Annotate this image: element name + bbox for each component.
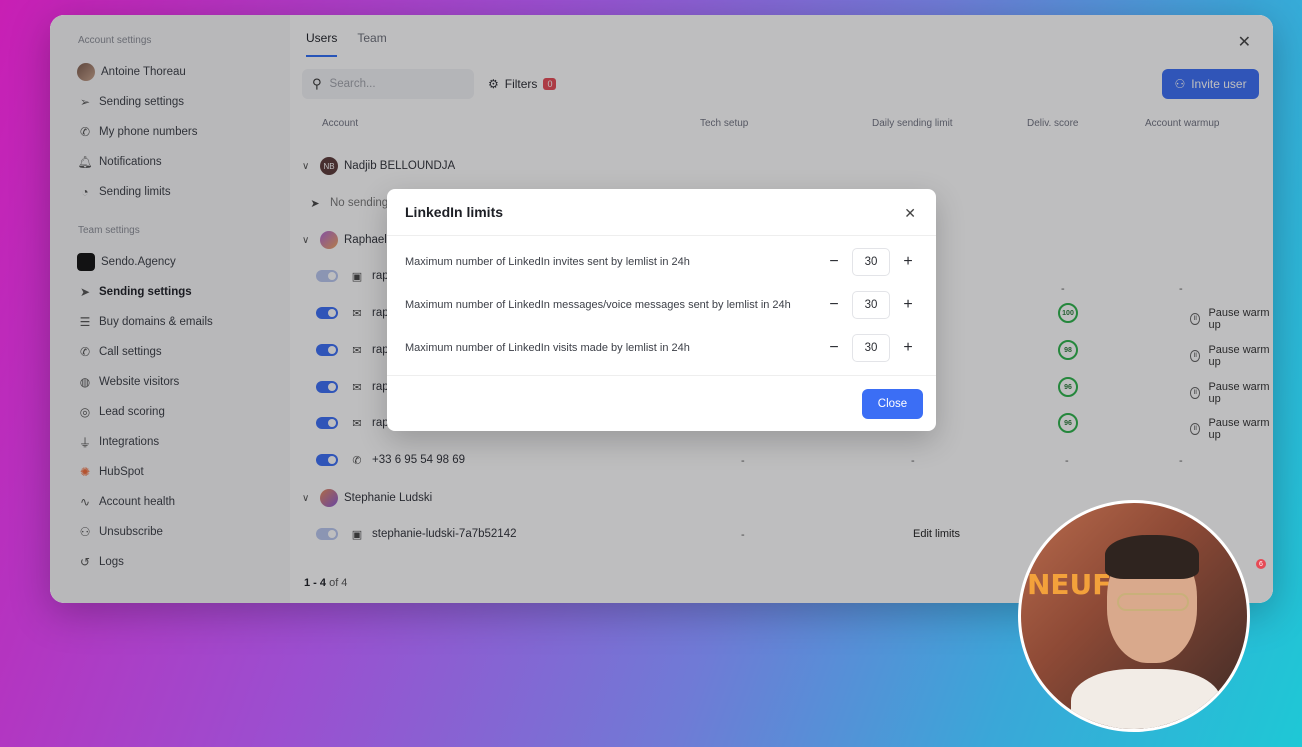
decrement-button[interactable]: −	[820, 334, 848, 362]
limit-value-input[interactable]: 30	[852, 248, 890, 276]
limit-value-input[interactable]: 30	[852, 334, 890, 362]
increment-button[interactable]: +	[894, 248, 922, 276]
webcam-sign-text: NEUF	[1027, 568, 1112, 601]
increment-button[interactable]: +	[894, 334, 922, 362]
limit-label: Maximum number of LinkedIn messages/voic…	[405, 299, 791, 311]
close-button[interactable]: Close	[862, 389, 923, 419]
quantity-stepper: − 30 +	[820, 291, 922, 319]
webcam-overlay: NEUF	[1018, 500, 1250, 732]
divider	[387, 375, 936, 376]
limit-label: Maximum number of LinkedIn invites sent …	[405, 256, 690, 268]
divider	[387, 235, 936, 236]
quantity-stepper: − 30 +	[820, 248, 922, 276]
decrement-button[interactable]: −	[820, 248, 848, 276]
limit-row-messages: Maximum number of LinkedIn messages/voic…	[405, 290, 922, 320]
limit-row-visits: Maximum number of LinkedIn visits made b…	[405, 333, 922, 363]
linkedin-limits-modal: LinkedIn limits ✕ Maximum number of Link…	[387, 189, 936, 431]
limit-row-invites: Maximum number of LinkedIn invites sent …	[405, 247, 922, 277]
notification-badge: 6	[1256, 559, 1266, 569]
close-icon[interactable]: ✕	[904, 205, 916, 222]
modal-title: LinkedIn limits	[405, 204, 504, 220]
decrement-button[interactable]: −	[820, 291, 848, 319]
increment-button[interactable]: +	[894, 291, 922, 319]
limit-label: Maximum number of LinkedIn visits made b…	[405, 342, 690, 354]
person-hair	[1105, 535, 1199, 579]
limit-value-input[interactable]: 30	[852, 291, 890, 319]
quantity-stepper: − 30 +	[820, 334, 922, 362]
person-glasses	[1117, 593, 1189, 611]
person-shirt	[1071, 669, 1221, 729]
